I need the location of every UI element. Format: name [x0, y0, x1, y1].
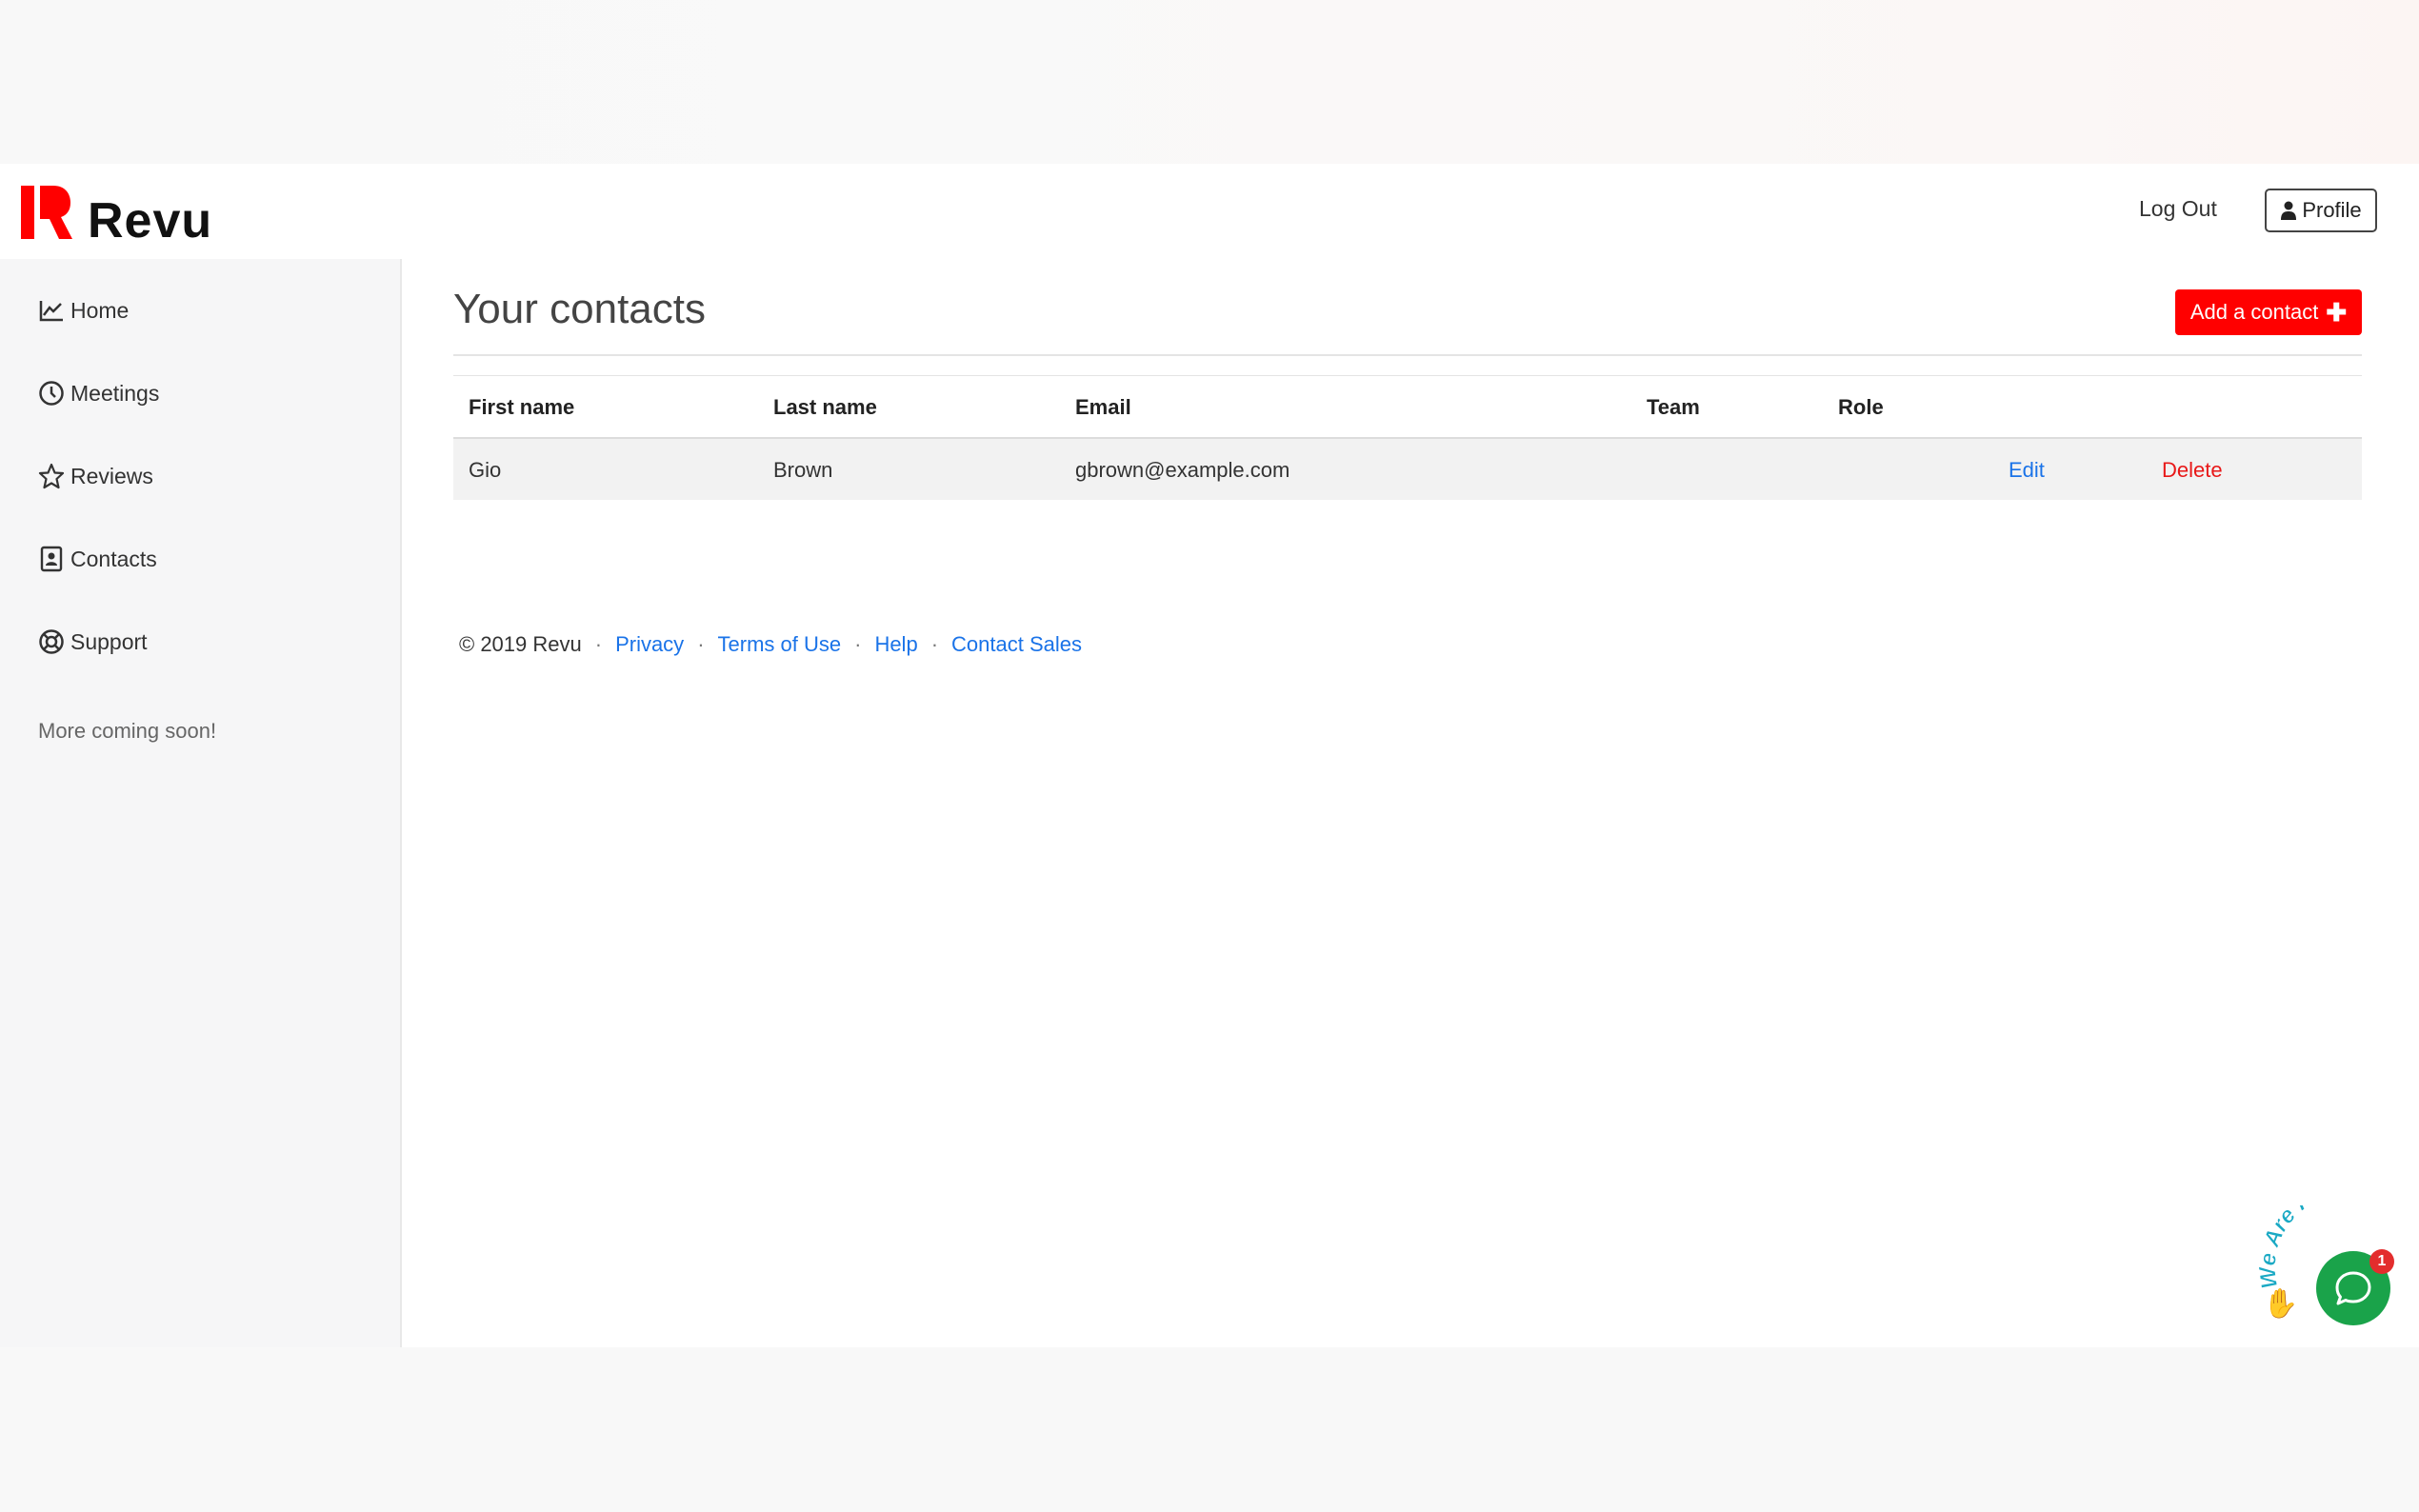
sidebar-item-contacts[interactable]: Contacts	[38, 546, 157, 572]
add-contact-label: Add a contact	[2189, 300, 2319, 324]
footer-link-contact-sales[interactable]: Contact Sales	[951, 632, 1082, 657]
table-row: Gio Brown gbrown@example.com Edit Delete	[453, 439, 2362, 500]
footer-separator: ·	[854, 632, 862, 656]
delete-contact-link[interactable]: Delete	[2162, 458, 2223, 483]
sidebar-item-label: Support	[70, 628, 148, 654]
table-header: First name Last name Email Team Role	[453, 375, 2362, 439]
column-header-first-name: First name	[469, 395, 575, 419]
chart-line-icon	[39, 301, 63, 322]
add-contact-button[interactable]: Add a contact ✚	[2175, 289, 2362, 335]
column-header-last-name: Last name	[773, 395, 877, 419]
sidebar: Home Meetings Reviews Contacts Support M…	[0, 259, 402, 1347]
star-icon	[38, 463, 65, 489]
footer-link-terms[interactable]: Terms of Use	[718, 632, 842, 657]
contacts-table: First name Last name Email Team Role Gio…	[453, 375, 2362, 500]
revu-logo-icon	[21, 186, 72, 239]
sidebar-item-reviews[interactable]: Reviews	[38, 463, 153, 489]
life-ring-icon	[39, 629, 64, 654]
profile-label: Profile	[2302, 198, 2362, 222]
sidebar-item-label: Reviews	[70, 463, 153, 488]
footer-separator: ·	[594, 632, 603, 656]
footer-copyright: © 2019 Revu	[459, 632, 582, 656]
plus-icon: ✚	[2326, 298, 2348, 327]
address-book-icon	[40, 546, 63, 572]
waving-hand-icon: ✋	[2263, 1288, 2299, 1320]
app-window: Revu Log Out Profile Home Meetings Revie…	[0, 164, 2419, 1347]
sidebar-item-support[interactable]: Support	[38, 628, 148, 655]
cell-first-name: Gio	[469, 458, 502, 482]
brand[interactable]: Revu	[21, 181, 213, 249]
edit-contact-link[interactable]: Edit	[2009, 458, 2045, 483]
footer-link-privacy[interactable]: Privacy	[615, 632, 684, 657]
cell-last-name: Brown	[773, 458, 833, 482]
navbar: Revu Log Out Profile	[0, 164, 2419, 259]
footer-separator: ·	[697, 632, 705, 656]
cell-email: gbrown@example.com	[1075, 458, 1290, 482]
chat-bubble-icon	[2335, 1271, 2371, 1305]
sidebar-item-home[interactable]: Home	[38, 297, 129, 324]
brand-name: Revu	[88, 193, 213, 249]
sidebar-item-label: Meetings	[70, 380, 160, 406]
logout-link[interactable]: Log Out	[2139, 196, 2217, 222]
chat-widget[interactable]: We Are Here! ✋ 1	[2257, 1205, 2419, 1339]
page-bottom-background	[0, 1347, 2419, 1512]
sidebar-more-text: More coming soon!	[38, 719, 217, 743]
column-header-email: Email	[1075, 395, 1131, 419]
footer: © 2019 Revu · Privacy · Terms of Use · H…	[459, 632, 1082, 657]
chat-notification-badge: 1	[2369, 1249, 2394, 1274]
title-divider	[453, 354, 2362, 356]
footer-separator: ·	[930, 632, 939, 656]
clock-icon	[39, 381, 64, 406]
sidebar-item-meetings[interactable]: Meetings	[38, 380, 159, 407]
footer-link-help[interactable]: Help	[874, 632, 917, 657]
user-icon	[2281, 201, 2297, 220]
sidebar-item-label: Contacts	[70, 546, 157, 571]
column-header-role: Role	[1838, 395, 1884, 419]
page-top-background	[0, 0, 2419, 164]
profile-button[interactable]: Profile	[2265, 189, 2377, 232]
sidebar-item-label: Home	[70, 297, 130, 323]
page-title: Your contacts	[453, 286, 706, 332]
column-header-team: Team	[1647, 395, 1700, 419]
